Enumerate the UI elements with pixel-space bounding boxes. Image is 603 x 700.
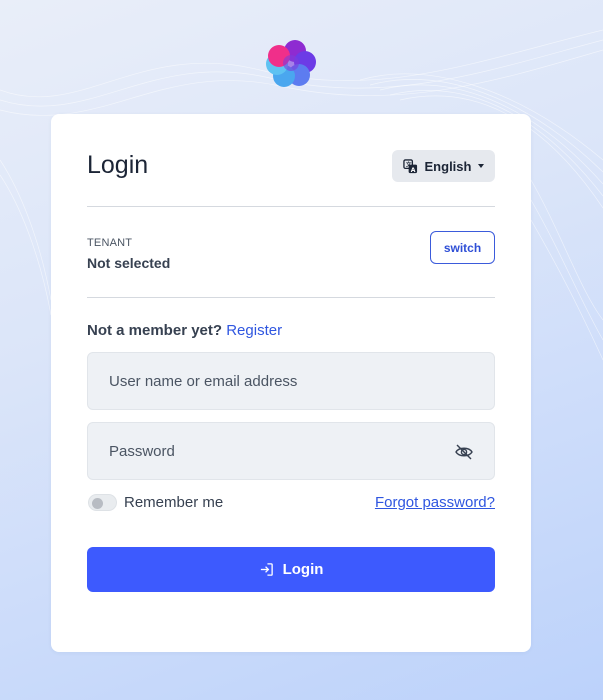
password-placeholder: Password — [109, 442, 175, 460]
register-question: Not a member yet? — [87, 322, 223, 339]
login-button[interactable]: Login — [87, 547, 495, 592]
divider — [87, 206, 495, 207]
translate-icon: 文 A — [402, 158, 417, 173]
flower-logo-icon — [266, 40, 316, 87]
tenant-value: Not selected — [87, 255, 171, 271]
eye-off-icon[interactable] — [454, 442, 474, 462]
username-field[interactable]: User name or email address — [87, 352, 495, 410]
remember-me-label: Remember me — [124, 494, 224, 511]
login-card: Login 文 A English TENANT Not selected sw… — [51, 114, 531, 652]
divider — [87, 297, 495, 298]
tenant-label: TENANT — [87, 237, 133, 249]
username-placeholder: User name or email address — [109, 372, 298, 390]
login-icon — [260, 563, 273, 576]
language-selector[interactable]: 文 A English — [392, 150, 495, 182]
login-button-label: Login — [282, 561, 324, 578]
switch-tenant-button[interactable]: switch — [430, 231, 495, 264]
toggle-knob — [92, 498, 103, 509]
register-link[interactable]: Register — [226, 322, 282, 339]
page-title: Login — [87, 151, 149, 179]
forgot-password-link[interactable]: Forgot password? — [375, 494, 495, 511]
caret-down-icon — [478, 164, 485, 168]
remember-me-toggle[interactable] — [88, 494, 117, 511]
svg-text:A: A — [410, 166, 415, 173]
register-prompt: Not a member yet? Register — [87, 322, 282, 339]
language-label: English — [424, 158, 472, 174]
password-field[interactable]: Password — [87, 422, 495, 480]
